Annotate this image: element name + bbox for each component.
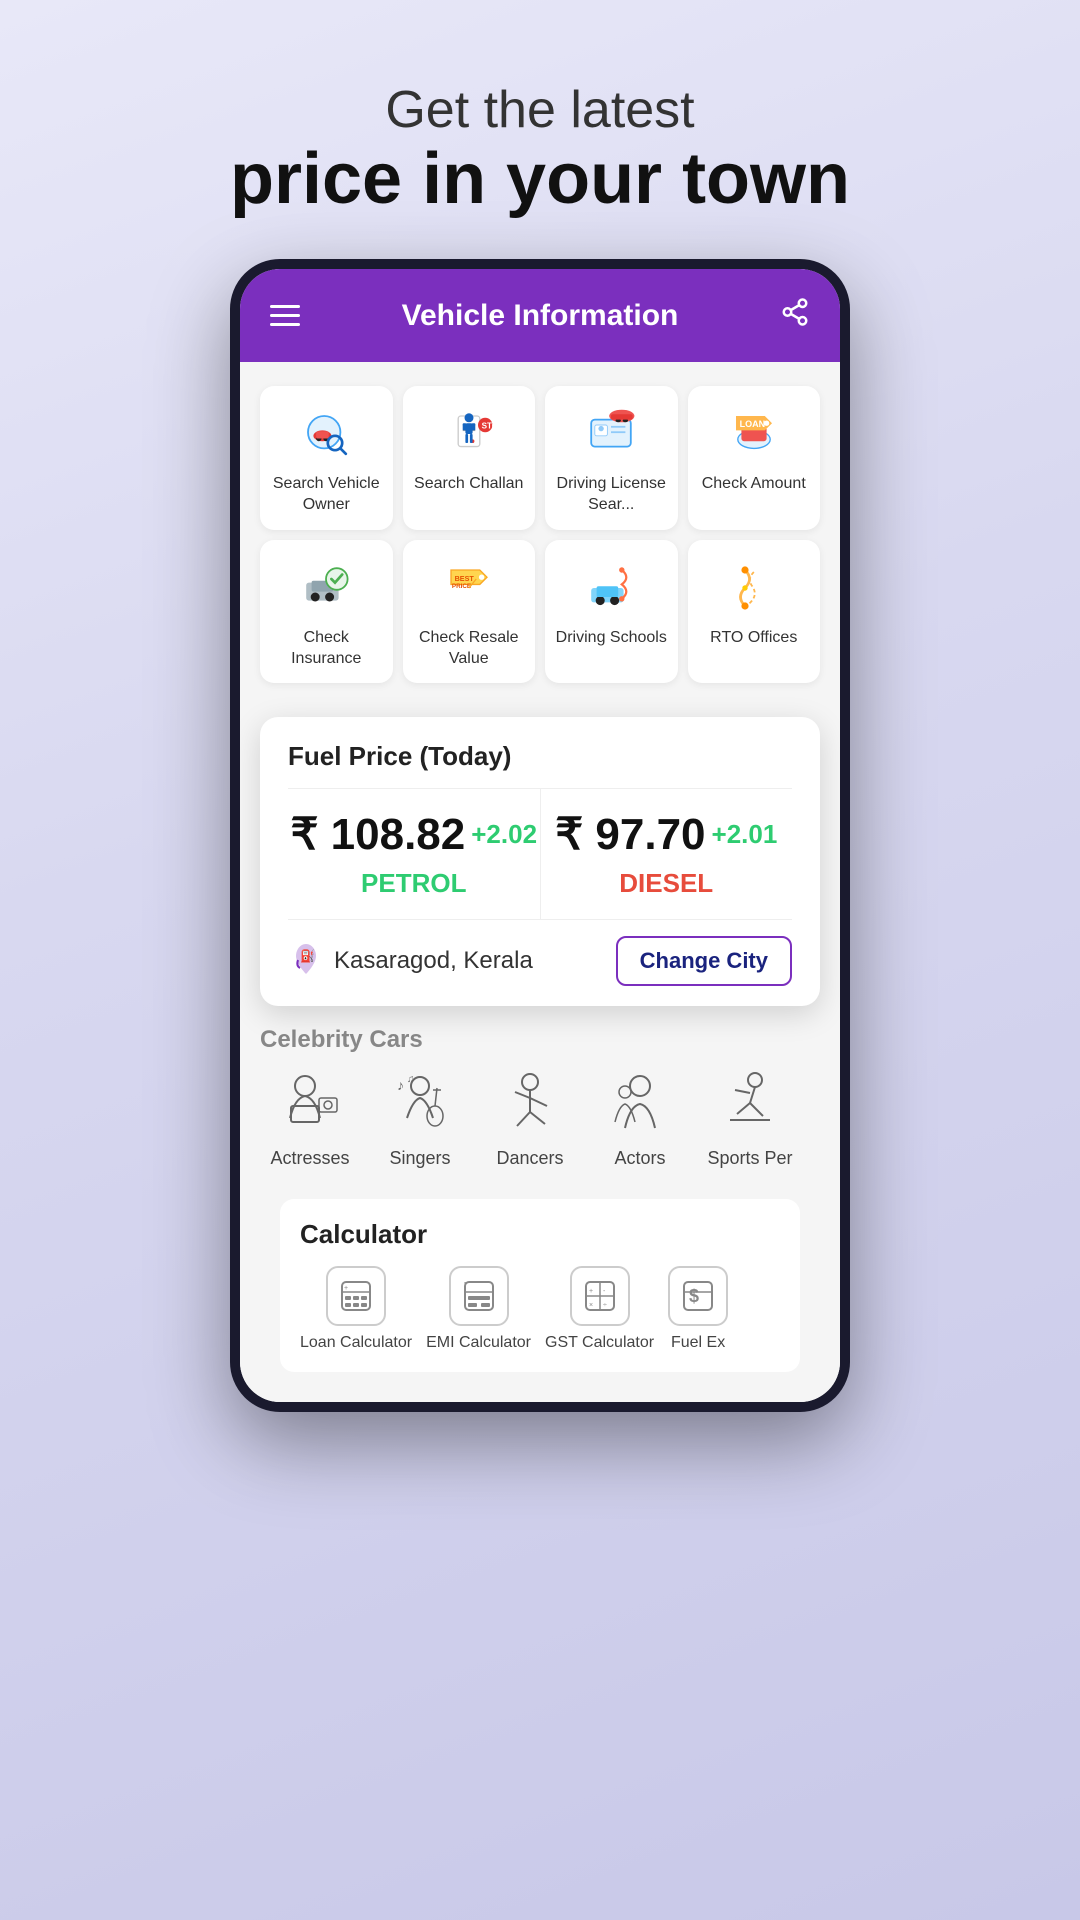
diesel-label: DIESEL bbox=[619, 868, 713, 899]
petrol-change: +2.02 bbox=[471, 819, 537, 850]
dancers-label: Dancers bbox=[496, 1148, 563, 1169]
actors-label: Actors bbox=[614, 1148, 665, 1169]
loan-label: Loan Calculator bbox=[300, 1334, 412, 1352]
grid-item-rto-offices[interactable]: RTO Offices bbox=[688, 540, 821, 684]
svg-text:STOP: STOP bbox=[481, 422, 495, 431]
grid-item-check-insurance[interactable]: Check Insurance bbox=[260, 540, 393, 684]
check-insurance-label: Check Insurance bbox=[268, 628, 385, 670]
driving-license-label: Driving License Sear... bbox=[553, 474, 670, 516]
emi-calculator-icon bbox=[449, 1266, 509, 1326]
sports-label: Sports Per bbox=[707, 1148, 792, 1169]
change-city-button[interactable]: Change City bbox=[616, 936, 792, 986]
celebrity-item-actors[interactable]: Actors bbox=[590, 1068, 690, 1169]
app-title: Vehicle Information bbox=[402, 299, 679, 333]
petrol-amount: ₹ 108.82 +2.02 bbox=[290, 809, 537, 860]
fuel-ex-icon: $ bbox=[668, 1266, 728, 1326]
gst-calculator-icon: + - × ÷ bbox=[570, 1266, 630, 1326]
celebrity-section: Celebrity Cars Actresses bbox=[240, 1006, 840, 1179]
svg-text:⛽: ⛽ bbox=[300, 949, 315, 963]
svg-text:♫: ♫ bbox=[407, 1074, 415, 1085]
driving-schools-icon bbox=[581, 558, 641, 618]
grid-item-search-vehicle-owner[interactable]: Search Vehicle Owner bbox=[260, 386, 393, 530]
rto-offices-icon bbox=[724, 558, 784, 618]
petrol-label: PETROL bbox=[361, 868, 466, 899]
svg-text:-: - bbox=[603, 1288, 606, 1295]
svg-text:$: $ bbox=[689, 1286, 699, 1306]
svg-text:BEST: BEST bbox=[454, 574, 474, 583]
driving-license-icon bbox=[581, 404, 641, 464]
petrol-column: ₹ 108.82 +2.02 PETROL bbox=[288, 789, 541, 919]
grid-item-driving-license[interactable]: Driving License Sear... bbox=[545, 386, 678, 530]
app-header: Vehicle Information bbox=[240, 269, 840, 362]
fuel-prices: ₹ 108.82 +2.02 PETROL ₹ 97.70 +2.01 DIES… bbox=[288, 788, 792, 920]
menu-button[interactable] bbox=[270, 305, 300, 326]
singers-icon: ♪ ♫ bbox=[385, 1068, 455, 1138]
actors-icon bbox=[605, 1068, 675, 1138]
grid-item-search-challan[interactable]: STOP Search Challan bbox=[403, 386, 536, 530]
svg-text:PRICE: PRICE bbox=[452, 583, 471, 590]
diesel-change: +2.01 bbox=[712, 819, 778, 850]
grid-item-check-resale[interactable]: BEST PRICE Check Resale Value bbox=[403, 540, 536, 684]
grid-item-driving-schools[interactable]: Driving Schools bbox=[545, 540, 678, 684]
location-row: ⛽ Kasaragod, Kerala Change City bbox=[288, 936, 792, 986]
hero-subtitle: Get the latest bbox=[230, 80, 850, 140]
calculator-title: Calculator bbox=[300, 1219, 780, 1250]
rto-offices-label: RTO Offices bbox=[710, 628, 797, 649]
search-vehicle-owner-icon bbox=[296, 404, 356, 464]
vehicle-grid-section: Search Vehicle Owner bbox=[240, 362, 840, 707]
actresses-label: Actresses bbox=[270, 1148, 349, 1169]
gst-label: GST Calculator bbox=[545, 1334, 654, 1352]
dancers-icon bbox=[495, 1068, 565, 1138]
check-amount-label: Check Amount bbox=[702, 474, 806, 495]
celebrity-section-title: Celebrity Cars bbox=[260, 1026, 820, 1054]
loan-calculator-icon: + bbox=[326, 1266, 386, 1326]
actresses-icon bbox=[275, 1068, 345, 1138]
check-resale-label: Check Resale Value bbox=[411, 628, 528, 670]
calc-item-loan[interactable]: + Loan Calculator bbox=[300, 1266, 412, 1352]
search-vehicle-owner-label: Search Vehicle Owner bbox=[268, 474, 385, 516]
celebrity-item-actresses[interactable]: Actresses bbox=[260, 1068, 360, 1169]
location-left: ⛽ Kasaragod, Kerala bbox=[288, 940, 533, 983]
search-challan-icon: STOP bbox=[439, 404, 499, 464]
svg-text:+: + bbox=[589, 1288, 593, 1295]
diesel-amount: ₹ 97.70 +2.01 bbox=[555, 809, 777, 860]
emi-label: EMI Calculator bbox=[426, 1334, 531, 1352]
phone-frame: Vehicle Information bbox=[230, 259, 850, 1412]
calculator-section: Calculator + bbox=[280, 1199, 800, 1372]
celebrity-item-sports[interactable]: Sports Per bbox=[700, 1068, 800, 1169]
singers-label: Singers bbox=[389, 1148, 450, 1169]
grid-item-check-amount[interactable]: LOAN Check Amount bbox=[688, 386, 821, 530]
svg-text:♪: ♪ bbox=[397, 1077, 404, 1093]
fuel-ex-label: Fuel Ex bbox=[671, 1334, 725, 1352]
svg-text:×: × bbox=[589, 1302, 593, 1309]
check-amount-icon: LOAN bbox=[724, 404, 784, 464]
svg-text:÷: ÷ bbox=[603, 1302, 607, 1309]
hero-title: price in your town bbox=[230, 140, 850, 219]
celebrity-item-dancers[interactable]: Dancers bbox=[480, 1068, 580, 1169]
svg-text:+: + bbox=[344, 1285, 348, 1292]
svg-text:LOAN: LOAN bbox=[739, 419, 765, 429]
check-resale-icon: BEST PRICE bbox=[439, 558, 499, 618]
diesel-column: ₹ 97.70 +2.01 DIESEL bbox=[541, 789, 793, 919]
calc-grid: + Loan Calculator bbox=[300, 1266, 780, 1352]
hero-section: Get the latest price in your town bbox=[190, 0, 890, 259]
search-challan-label: Search Challan bbox=[414, 474, 523, 495]
fuel-price-card: Fuel Price (Today) ₹ 108.82 +2.02 PETROL… bbox=[260, 717, 820, 1006]
driving-schools-label: Driving Schools bbox=[556, 628, 667, 649]
share-icon[interactable] bbox=[780, 297, 810, 334]
calc-item-emi[interactable]: EMI Calculator bbox=[426, 1266, 531, 1352]
fuel-location-icon: ⛽ bbox=[288, 940, 324, 983]
celebrity-item-singers[interactable]: ♪ ♫ Singers bbox=[370, 1068, 470, 1169]
celebrity-grid: Actresses ♪ ♫ S bbox=[260, 1068, 820, 1169]
calc-item-gst[interactable]: + - × ÷ GST Calculator bbox=[545, 1266, 654, 1352]
check-insurance-icon bbox=[296, 558, 356, 618]
calc-item-fuel[interactable]: $ Fuel Ex bbox=[668, 1266, 728, 1352]
vehicle-grid: Search Vehicle Owner bbox=[260, 386, 820, 683]
fuel-card-title: Fuel Price (Today) bbox=[288, 741, 792, 772]
location-text: Kasaragod, Kerala bbox=[334, 947, 533, 975]
sports-icon bbox=[715, 1068, 785, 1138]
